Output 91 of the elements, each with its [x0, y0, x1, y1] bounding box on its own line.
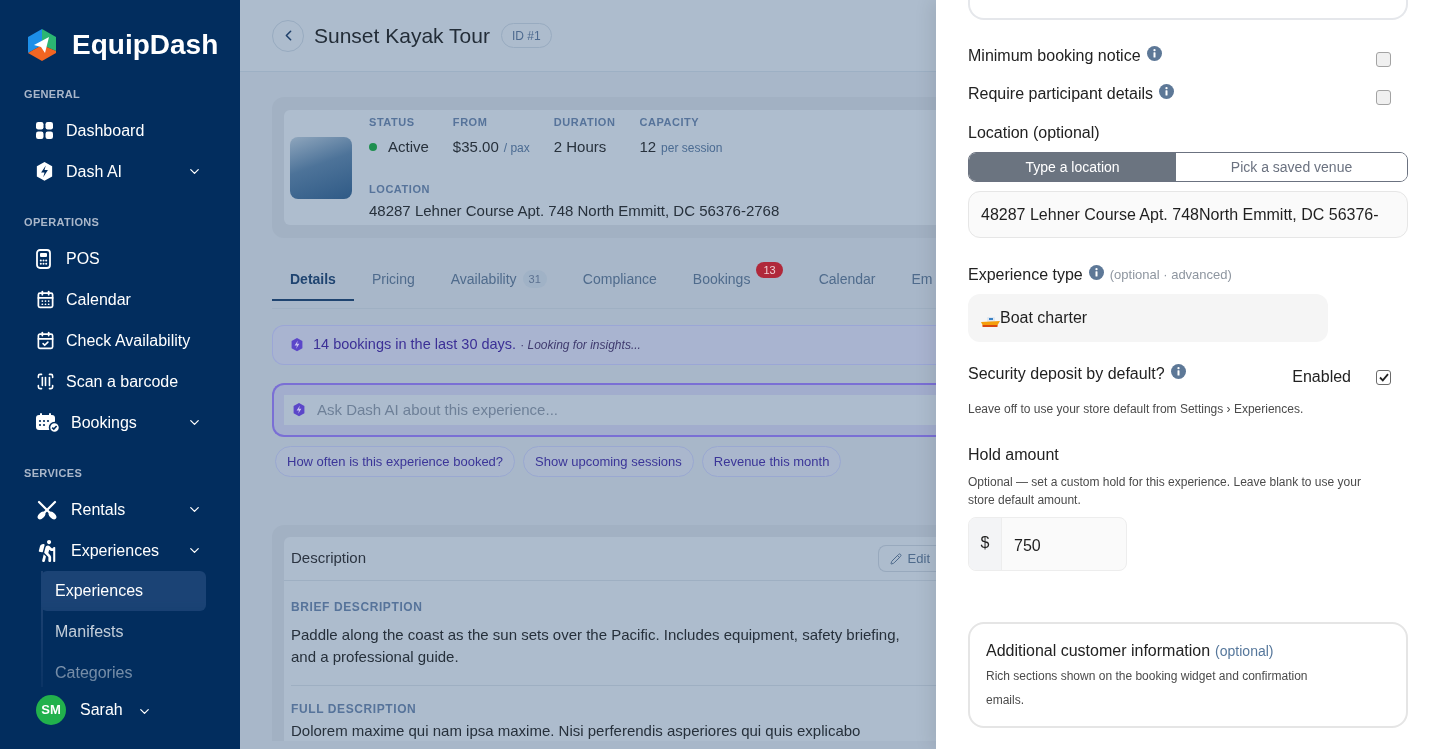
checkbox[interactable]	[1376, 51, 1391, 67]
card-title: Additional customer information	[986, 641, 1211, 661]
field-label: Minimum booking notice	[968, 46, 1141, 66]
field-value: Active	[388, 138, 429, 156]
pencil-icon	[889, 552, 902, 565]
sidebar-item[interactable]: Experiences	[0, 530, 240, 571]
calendar-check-icon	[36, 331, 55, 350]
avatar[interactable]: SM	[36, 695, 66, 725]
sidebar-item[interactable]: Dash AI	[0, 151, 240, 192]
crossed-paddles-icon	[36, 498, 58, 521]
insight-note: · Looking for insights...	[520, 337, 641, 354]
sidebar-item[interactable]: Check Availability	[0, 320, 240, 361]
info-icon	[1146, 45, 1162, 61]
sidebar-item[interactable]: Bookings	[0, 402, 240, 443]
photo-placeholder	[290, 137, 352, 199]
field-label: Hold amount	[968, 445, 1060, 465]
brand-name: EquipDash	[72, 28, 219, 62]
currency-prefix: $	[969, 518, 1002, 570]
page-title: Sunset Kayak Tour	[314, 22, 490, 49]
info-icon	[1088, 264, 1104, 280]
field-value: $35.00	[452, 138, 499, 156]
section-heading: GENERAL	[23, 87, 82, 101]
sidebar-item[interactable]: Rentals	[0, 489, 240, 530]
card-description: Rich sections shown on the booking widget and confirmation emails.	[986, 668, 1309, 709]
optional-hint: (optional · advanced)	[1109, 266, 1232, 285]
field-label: Require participant details	[968, 84, 1153, 104]
experience-type-select[interactable]: Boat charter	[968, 294, 1328, 342]
help-text: Leave off to use your store default from Settings › Experiences.	[968, 401, 1305, 417]
tab[interactable]: Compliance	[564, 259, 675, 301]
field-value: 2 Hours	[553, 138, 607, 156]
help-text: Optional — set a custom hold for this experience. Leave blank to use your store default amount.	[968, 474, 1362, 509]
section-heading: FULL DESCRIPTION	[291, 702, 418, 716]
field-label: Experience type	[968, 265, 1083, 285]
text-area-field[interactable]	[968, 0, 1408, 20]
amount-field[interactable]: $ 750	[968, 517, 1127, 571]
field-unit: per session	[661, 140, 723, 157]
suggestion-chip[interactable]: Show upcoming sessions	[523, 446, 694, 477]
field-value: 12	[639, 138, 657, 156]
field-label: LOCATION	[369, 183, 432, 196]
tab[interactable]: Pricing	[353, 259, 433, 301]
user-name: Sarah	[80, 700, 123, 720]
info-icon	[1159, 83, 1174, 99]
card-terminal-icon	[36, 248, 51, 269]
hiker-icon	[36, 539, 58, 562]
sidebar-item[interactable]: POS	[0, 238, 240, 279]
description-text: Paddle along the coast as the sun sets over the Pacific. Includes equipment, safety briefing, and a professional guide.	[291, 625, 901, 667]
field-label: STATUS	[369, 116, 416, 129]
checkbox[interactable]	[1376, 89, 1391, 105]
field-label: FROM	[452, 116, 489, 129]
field-label: Security deposit by default?	[968, 364, 1165, 384]
location-field[interactable]: 48287 Lehner Course Apt. 748North Emmitt, DC 56376-	[968, 191, 1408, 238]
segment-tab[interactable]: Type a location	[969, 153, 1176, 181]
notification-badge: 13	[756, 262, 783, 278]
field-label: CAPACITY	[639, 116, 701, 129]
hexagon-bolt-icon	[36, 162, 53, 181]
optional-hint: (optional)	[1215, 642, 1274, 661]
hexagon-bolt-icon	[291, 338, 303, 352]
sidebar-subitem[interactable]: Categories	[41, 653, 206, 687]
tab[interactable]: Bookings 13	[674, 259, 801, 301]
location-text: 48287 Lehner Course Apt. 748 North Emmitt, DC 56376-2768	[369, 202, 780, 220]
tab[interactable]: Calendar	[800, 259, 894, 301]
hexagon-bolt-icon	[293, 403, 305, 417]
tab[interactable]: Availability 31	[432, 259, 565, 301]
tab[interactable]: Details	[272, 259, 354, 301]
grid-icon	[36, 122, 53, 139]
field-label: Location (optional)	[968, 123, 1101, 143]
sidebar-item[interactable]: Calendar	[0, 279, 240, 320]
field-label: DURATION	[553, 116, 616, 129]
description-text: Dolorem maxime qui nam ipsa maxime. Nisi perferendis asperiores qui quis explicabo	[291, 721, 862, 741]
card-title: Description	[291, 548, 367, 569]
barcode-scan-icon	[36, 372, 55, 391]
section-heading: SERVICES	[23, 466, 84, 480]
check-icon	[1378, 372, 1389, 382]
checkbox-label: Enabled	[1292, 366, 1351, 387]
sidebar-item[interactable]: Scan a barcode	[0, 361, 240, 402]
sidebar-item[interactable]: Dashboard	[0, 110, 240, 151]
sidebar-subitem[interactable]: Manifests	[41, 612, 206, 652]
section-heading: OPERATIONS	[23, 215, 101, 229]
count-badge: 31	[522, 270, 547, 288]
suggestion-chip[interactable]: Revenue this month	[701, 446, 842, 477]
suggestion-chip[interactable]: How often is this experience booked?	[275, 446, 516, 477]
calendar-check-badge-icon	[36, 412, 60, 433]
calendar-icon	[36, 290, 55, 309]
checkbox[interactable]	[1376, 369, 1391, 385]
section-heading: BRIEF DESCRIPTION	[291, 600, 424, 614]
insight-text: 14 bookings in the last 30 days.	[313, 335, 517, 355]
boat-icon	[981, 314, 1000, 328]
info-icon	[1170, 363, 1186, 379]
tab[interactable]: Em	[893, 259, 933, 301]
sidebar-subitem[interactable]: Experiences	[41, 571, 206, 611]
field-unit: / pax	[503, 140, 530, 157]
